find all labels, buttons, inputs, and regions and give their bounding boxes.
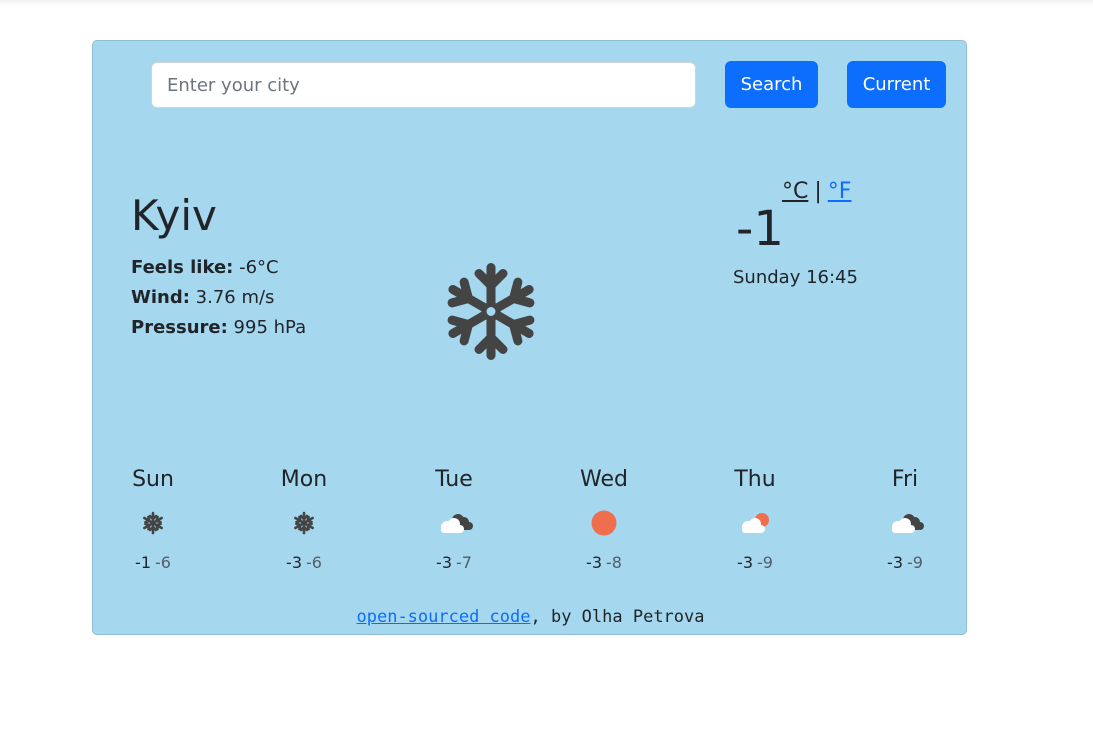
forecast-temps: -3 -9 — [695, 553, 815, 572]
city-search-input[interactable] — [151, 62, 696, 108]
wind-value: 3.76 m/s — [195, 287, 275, 308]
top-shade — [0, 0, 1093, 6]
forecast-high: -3 — [286, 553, 302, 572]
footer-author: , by Olha Petrova — [530, 607, 705, 627]
forecast-temps: -3 -7 — [394, 553, 514, 572]
feels-like-value: -6°C — [239, 257, 279, 278]
forecast-day-name: Sun — [132, 467, 174, 492]
forecast-day-name: Fri — [891, 467, 919, 492]
snowflake-icon — [292, 511, 316, 535]
forecast-day: Fri -3 -9 — [845, 467, 965, 572]
forecast-day-name: Thu — [734, 467, 776, 492]
snowflake-icon — [441, 263, 541, 364]
feels-like-row: Feels like: -6°C — [131, 253, 306, 283]
current-location-button[interactable]: Current — [847, 61, 946, 108]
fahrenheit-link[interactable]: °F — [828, 179, 852, 204]
weather-card: Search Current Kyiv Feels like: -6°C Win… — [92, 40, 967, 635]
forecast-high: -3 — [737, 553, 753, 572]
forecast-low: -9 — [907, 553, 923, 572]
forecast-day: Sun -1 -6 — [93, 467, 213, 572]
search-button[interactable]: Search — [725, 61, 818, 108]
sun-icon — [591, 510, 617, 536]
pressure-label: Pressure: — [131, 317, 228, 338]
current-temperature: -1 — [736, 201, 784, 257]
forecast-high: -3 — [586, 553, 602, 572]
source-code-link[interactable]: open-sourced code — [357, 607, 531, 627]
forecast-day-name: Tue — [435, 467, 473, 492]
pressure-value: 995 hPa — [233, 317, 307, 338]
forecast-low: -6 — [306, 553, 322, 572]
celsius-link[interactable]: °C — [782, 179, 808, 204]
forecast-high: -3 — [887, 553, 903, 572]
cloudy-icon — [441, 514, 473, 533]
forecast-temps: -3 -8 — [544, 553, 664, 572]
unit-switch: °C | °F — [782, 179, 851, 204]
pressure-row: Pressure: 995 hPa — [131, 313, 306, 343]
forecast-temps: -3 -9 — [845, 553, 965, 572]
forecast-temps: -3 -6 — [244, 553, 364, 572]
forecast-low: -7 — [456, 553, 472, 572]
wind-label: Wind: — [131, 287, 190, 308]
forecast-high: -1 — [135, 553, 151, 572]
unit-separator: | — [814, 179, 822, 204]
forecast-high: -3 — [436, 553, 452, 572]
weather-details: Feels like: -6°C Wind: 3.76 m/s Pressure… — [131, 253, 306, 343]
partly-cloudy-icon — [742, 513, 769, 533]
forecast-day: Thu -3 -9 — [695, 467, 815, 572]
forecast-low: -6 — [155, 553, 171, 572]
wind-row: Wind: 3.76 m/s — [131, 283, 306, 313]
city-name: Kyiv — [131, 191, 217, 240]
feels-like-label: Feels like: — [131, 257, 234, 278]
forecast-day-name: Mon — [280, 467, 328, 492]
forecast-temps: -1 -6 — [93, 553, 213, 572]
footer: open-sourced code, by Olha Petrova — [93, 607, 968, 627]
current-datetime: Sunday 16:45 — [733, 267, 858, 288]
forecast-low: -8 — [606, 553, 622, 572]
forecast-day-name: Wed — [580, 467, 628, 492]
forecast-low: -9 — [757, 553, 773, 572]
forecast-day: Tue -3 -7 — [394, 467, 514, 572]
forecast-day: Mon -3 -6 — [244, 467, 364, 572]
snowflake-icon — [141, 511, 165, 535]
cloudy-icon — [892, 514, 924, 533]
forecast-day: Wed -3 -8 — [544, 467, 664, 572]
